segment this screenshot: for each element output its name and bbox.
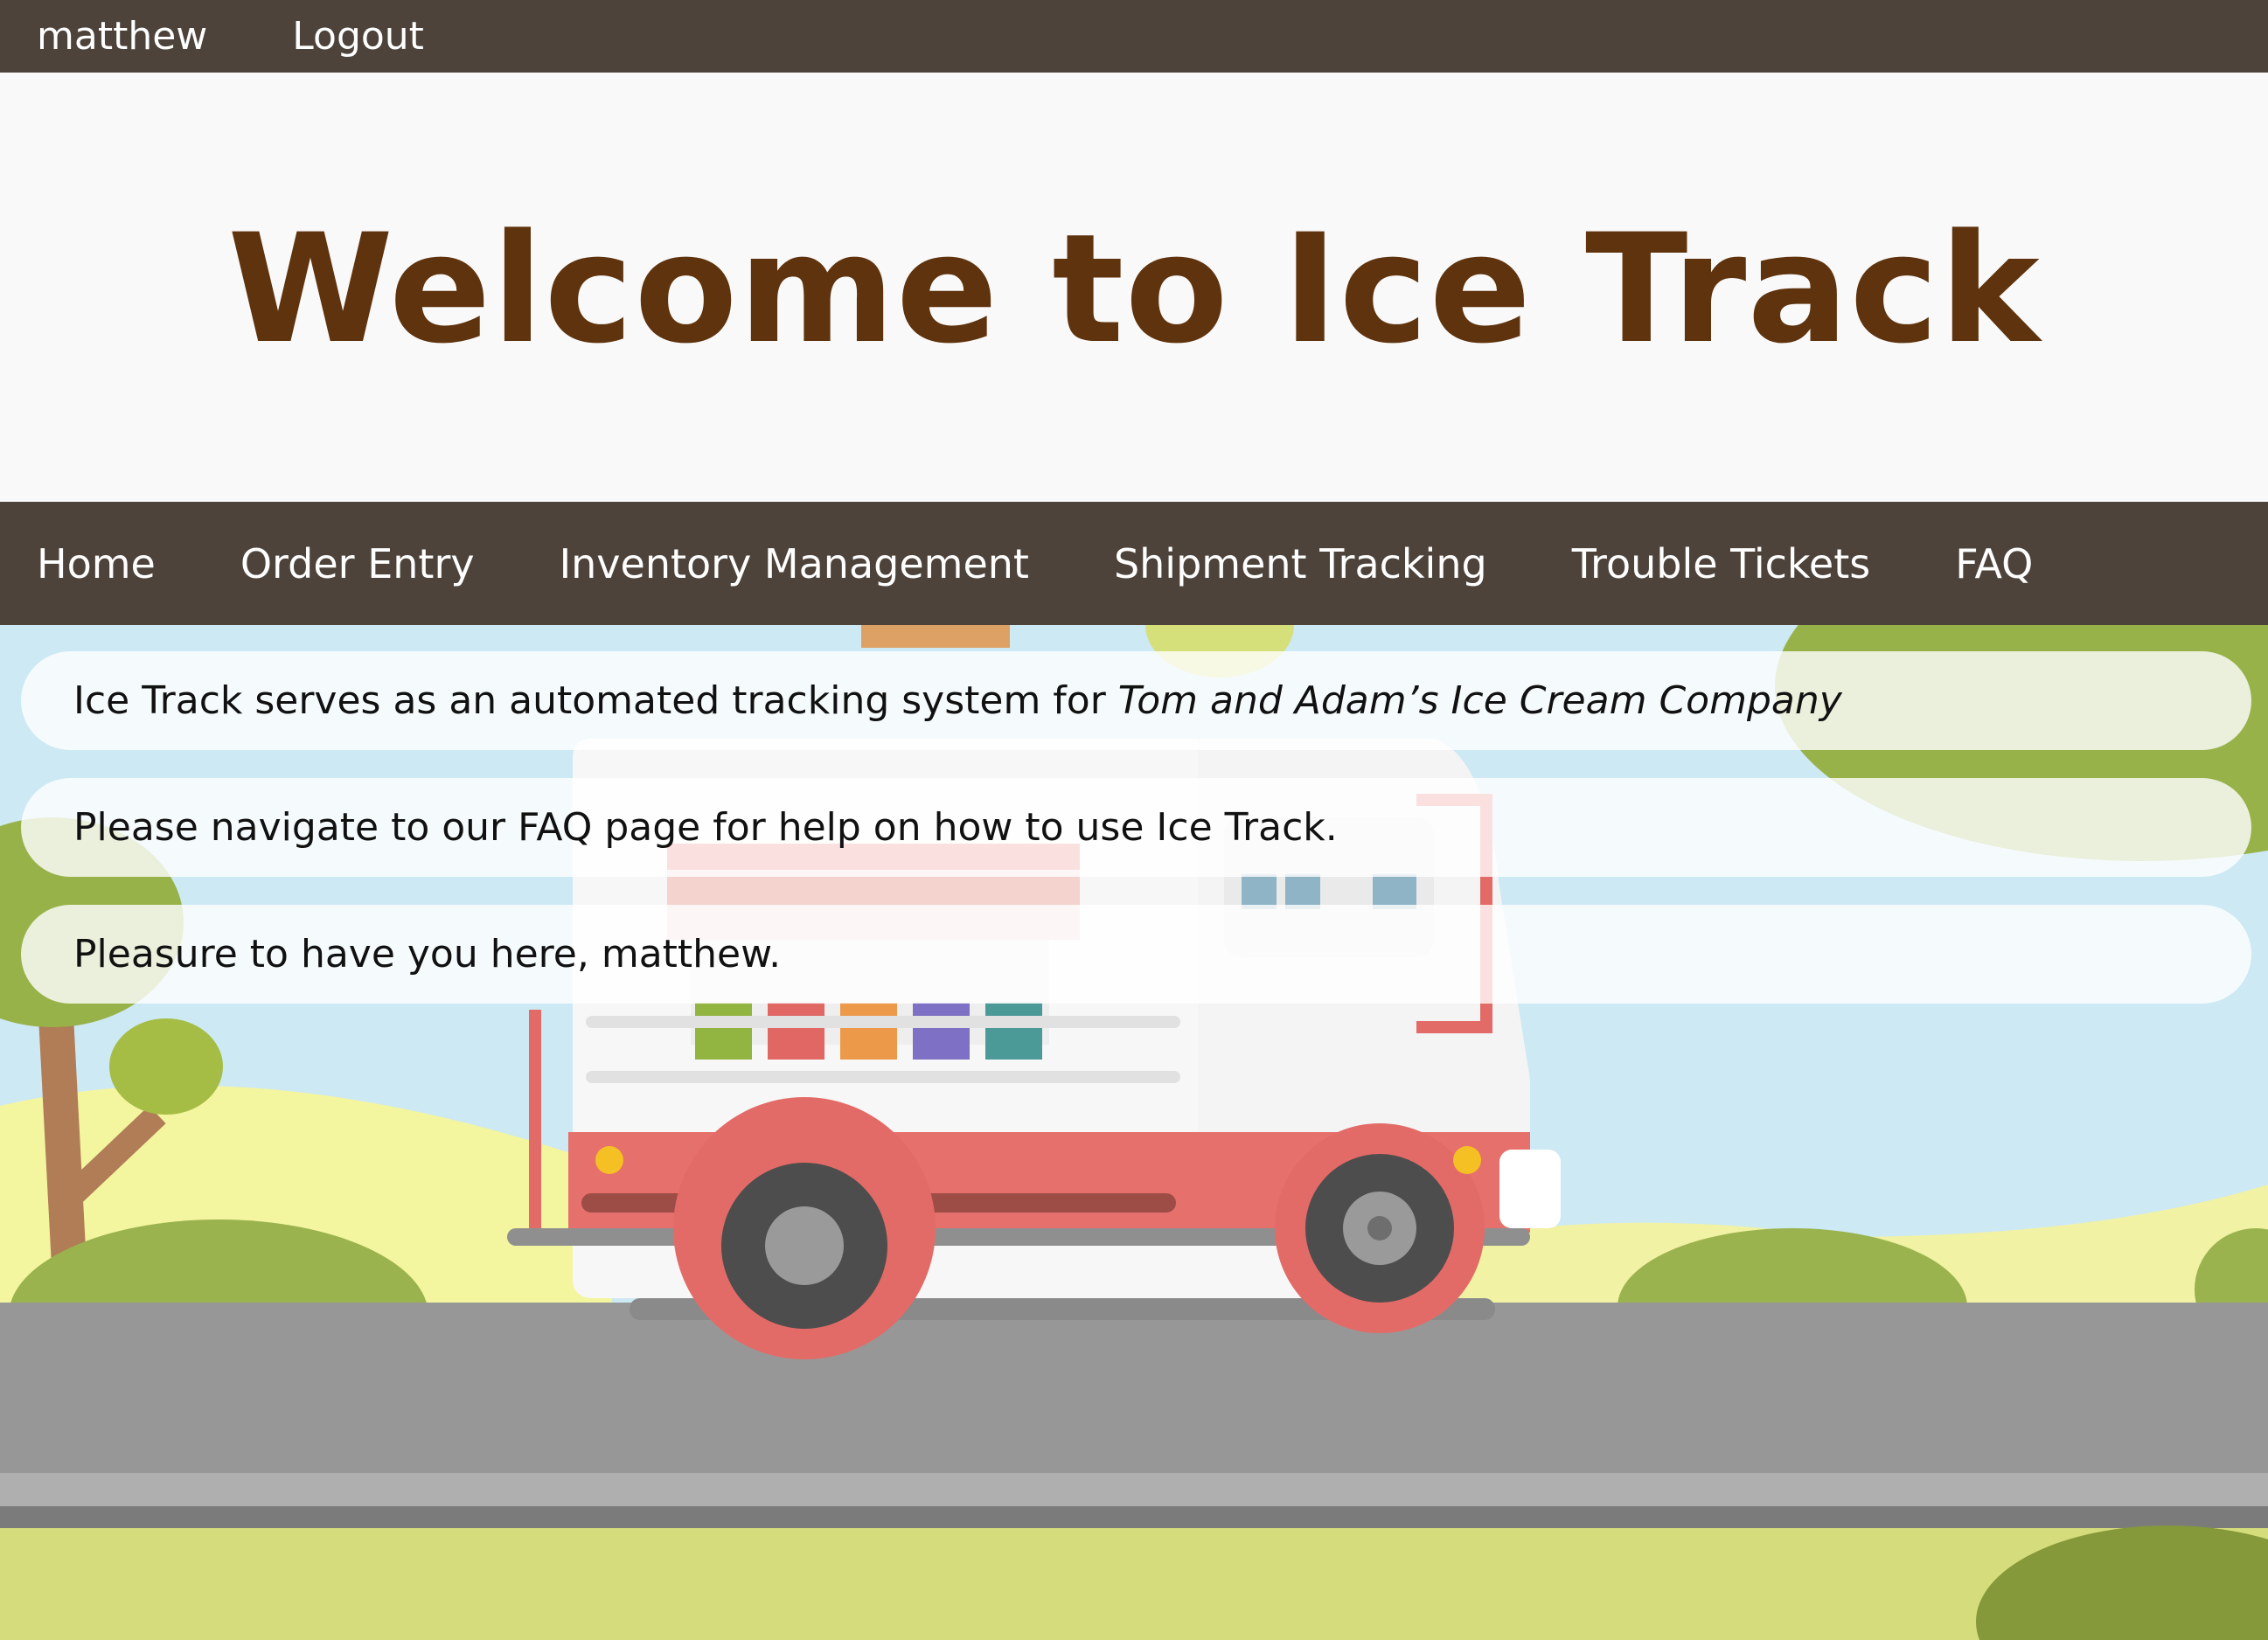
- intro-message-text: Ice Track serves as an automated trackin…: [73, 678, 1118, 723]
- page-title: Welcome to Ice Track: [227, 200, 2041, 377]
- nav-shipment-tracking[interactable]: Shipment Tracking: [1114, 544, 1487, 584]
- greeting-message: Pleasure to have you here, matthew.: [21, 905, 2251, 1004]
- nav-order-entry[interactable]: Order Entry: [240, 544, 475, 584]
- page-header: Welcome to Ice Track: [0, 73, 2268, 502]
- intro-message: Ice Track serves as an automated trackin…: [21, 651, 2251, 750]
- nav-home[interactable]: Home: [37, 544, 156, 584]
- nav-faq[interactable]: FAQ: [1955, 544, 2033, 584]
- greeting-text: Pleasure to have you here, matthew.: [73, 932, 782, 976]
- logout-link[interactable]: Logout: [292, 17, 424, 56]
- nav-inventory-management[interactable]: Inventory Management: [560, 544, 1029, 584]
- username-link[interactable]: matthew: [37, 17, 207, 56]
- faq-hint-message: Please navigate to our FAQ page for help…: [21, 778, 2251, 877]
- company-name: Tom and Adam’s Ice Cream Company: [1117, 678, 1842, 723]
- main-nav: Home Order Entry Inventory Management Sh…: [0, 502, 2268, 625]
- user-bar: matthew Logout: [0, 0, 2268, 73]
- nav-trouble-tickets[interactable]: Trouble Tickets: [1572, 544, 1871, 584]
- faq-hint-text: Please navigate to our FAQ page for help…: [73, 805, 1338, 850]
- hero-scene: Ice Track serves as an automated trackin…: [0, 625, 2268, 1640]
